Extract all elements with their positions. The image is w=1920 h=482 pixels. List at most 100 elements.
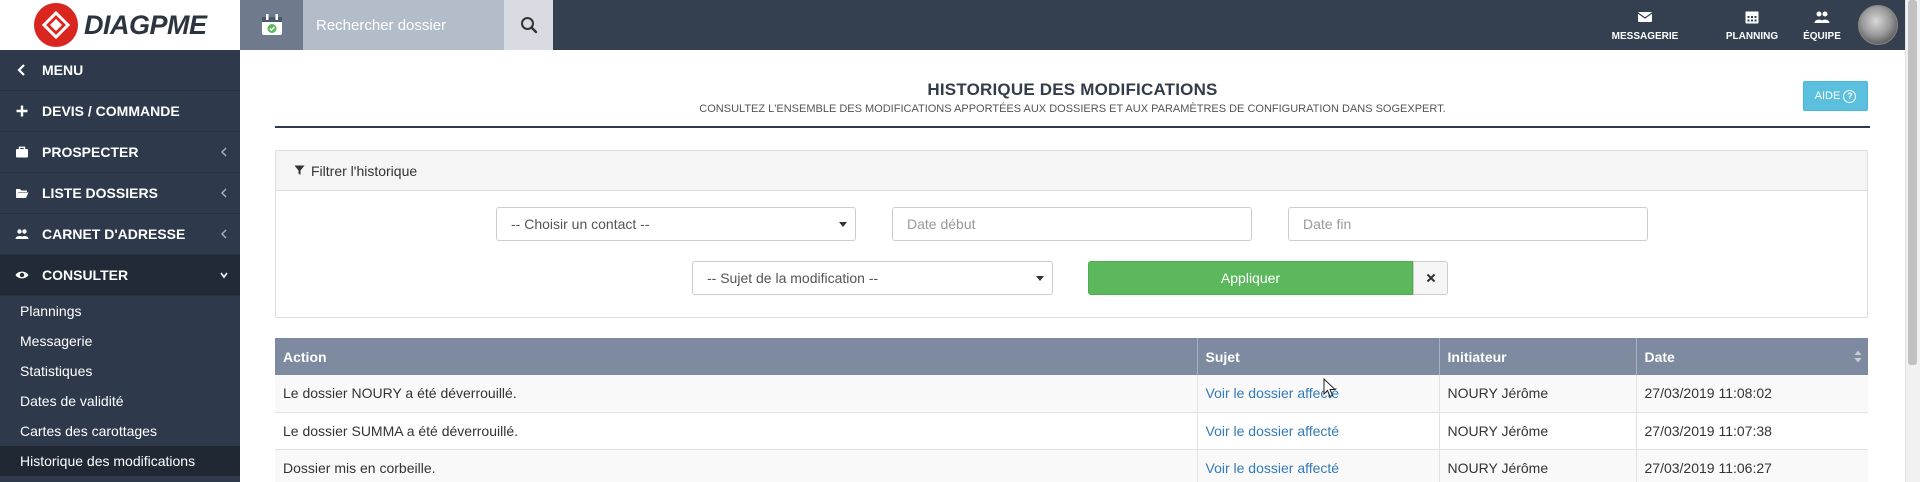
nav-messagerie[interactable]: MESSAGERIE: [1610, 0, 1680, 50]
sidebar-subitem-plannings[interactable]: Plannings: [0, 296, 240, 326]
calendar-check-icon[interactable]: [240, 0, 303, 50]
cell-initiateur: NOURY Jérôme: [1439, 375, 1637, 413]
close-icon: [1426, 273, 1435, 283]
date-end-field[interactable]: Date fin: [1288, 207, 1648, 241]
column-header-initiateur[interactable]: Initiateur: [1439, 338, 1637, 375]
sidebar: MENU DEVIS / COMMANDE PROSPECTER LISTE D…: [0, 50, 240, 482]
nav-planning-label: PLANNING: [1725, 30, 1779, 42]
sidebar-subitem-historique[interactable]: Historique des modifications: [0, 446, 240, 476]
cell-date: 27/03/2019 11:06:27: [1636, 449, 1868, 482]
sidebar-item-label: LISTE DOSSIERS: [42, 185, 158, 201]
table-row: Dossier mis en corbeille. Voir le dossie…: [275, 449, 1868, 482]
cell-action: Le dossier SUMMA a été déverrouillé.: [275, 412, 1198, 450]
date-end-placeholder: Date fin: [1303, 216, 1352, 232]
cell-action: Dossier mis en corbeille.: [275, 449, 1198, 482]
history-table: Action Sujet Initiateur Date Le dossier …: [275, 338, 1868, 482]
view-dossier-link[interactable]: Voir le dossier affecté: [1206, 385, 1340, 401]
sidebar-item-label: DEVIS / COMMANDE: [42, 103, 180, 119]
cell-action: Le dossier NOURY a été déverrouillé.: [275, 375, 1198, 413]
date-start-placeholder: Date début: [907, 216, 976, 232]
briefcase-icon: [14, 144, 30, 160]
search-icon: [520, 17, 537, 34]
sidebar-item-label: PROSPECTER: [42, 144, 139, 160]
sidebar-submenu: Plannings Messagerie Statistiques Dates …: [0, 296, 240, 476]
sidebar-subitem-messagerie[interactable]: Messagerie: [0, 326, 240, 356]
plus-icon: [14, 103, 30, 119]
folder-open-icon: [14, 185, 30, 201]
cell-initiateur: NOURY Jérôme: [1439, 412, 1637, 450]
chevron-left-icon: [221, 147, 227, 157]
column-header-action[interactable]: Action: [275, 338, 1198, 375]
help-button[interactable]: AIDE ?: [1803, 81, 1868, 111]
table-header-row: Action Sujet Initiateur Date: [275, 338, 1868, 375]
users-icon: [14, 226, 30, 242]
search-button[interactable]: [504, 0, 553, 50]
subject-select-value: -- Sujet de la modification --: [707, 270, 879, 286]
sidebar-item-devis[interactable]: DEVIS / COMMANDE: [0, 91, 240, 132]
help-button-label: AIDE: [1814, 90, 1841, 102]
mouse-pointer-icon: [1323, 378, 1337, 398]
filter-panel-heading[interactable]: Filtrer l'historique: [276, 151, 1867, 191]
table-row: Le dossier SUMMA a été déverrouillé. Voi…: [275, 412, 1868, 450]
sidebar-subitem-dates-validite[interactable]: Dates de validité: [0, 386, 240, 416]
sidebar-item-label: CARNET D'ADRESSE: [42, 226, 186, 242]
page-title: HISTORIQUE DES MODIFICATIONS: [927, 80, 1218, 99]
chevron-left-icon: [14, 62, 30, 78]
cell-initiateur: NOURY Jérôme: [1439, 449, 1637, 482]
filter-heading-label: Filtrer l'historique: [311, 162, 418, 179]
cell-sujet: Voir le dossier affecté: [1197, 412, 1440, 450]
cell-date: 27/03/2019 11:07:38: [1636, 412, 1868, 450]
apply-button[interactable]: Appliquer: [1088, 261, 1413, 295]
sidebar-subitem-statistiques[interactable]: Statistiques: [0, 356, 240, 386]
users-icon: [1814, 11, 1830, 23]
chevron-left-icon: [221, 229, 227, 239]
main-content: HISTORIQUE DES MODIFICATIONS CONSULTEZ L…: [240, 50, 1905, 482]
page-subtitle: CONSULTEZ L'ENSEMBLE DES MODIFICATIONS A…: [699, 103, 1446, 115]
view-dossier-link[interactable]: Voir le dossier affecté: [1206, 460, 1340, 476]
cell-sujet: Voir le dossier affecté: [1197, 375, 1440, 413]
search-input[interactable]: [303, 0, 504, 50]
caret-down-icon: [839, 222, 847, 227]
nav-planning[interactable]: PLANNING: [1717, 0, 1787, 50]
eye-icon: [14, 267, 30, 283]
filter-icon: [294, 165, 305, 175]
sidebar-subitem-cartes-carottages[interactable]: Cartes des carottages: [0, 416, 240, 446]
contact-select-value: -- Choisir un contact --: [511, 216, 650, 232]
brand-name: DIAGPME: [84, 9, 207, 40]
sidebar-item-label: CONSULTER: [42, 267, 129, 283]
column-header-sujet[interactable]: Sujet: [1197, 338, 1440, 375]
chevron-down-icon: [220, 272, 228, 279]
title-divider: [275, 126, 1870, 128]
page-scrollbar-thumb[interactable]: [1908, 0, 1917, 365]
envelope-icon: [1637, 11, 1653, 22]
brand-logo[interactable]: DIAGPME: [0, 0, 240, 50]
sidebar-item-liste-dossiers[interactable]: LISTE DOSSIERS: [0, 173, 240, 214]
subject-select[interactable]: -- Sujet de la modification --: [692, 261, 1053, 295]
clear-filter-button[interactable]: [1413, 261, 1448, 295]
filter-panel: Filtrer l'historique -- Choisir un conta…: [275, 150, 1868, 318]
caret-down-icon: [1036, 276, 1044, 281]
question-circle-icon: ?: [1843, 89, 1857, 103]
nav-equipe[interactable]: ÉQUIPE: [1787, 0, 1857, 50]
cell-sujet: Voir le dossier affecté: [1197, 449, 1440, 482]
sort-icon: [1854, 350, 1862, 363]
cell-date: 27/03/2019 11:08:02: [1636, 375, 1868, 413]
contact-select[interactable]: -- Choisir un contact --: [496, 207, 856, 241]
column-header-date-label: Date: [1644, 348, 1675, 365]
chevron-left-icon: [221, 188, 227, 198]
brand-mark-icon: [34, 3, 78, 47]
calendar-icon: [1745, 11, 1759, 23]
sidebar-item-label: MENU: [42, 62, 84, 78]
view-dossier-link[interactable]: Voir le dossier affecté: [1206, 423, 1340, 439]
sidebar-item-carnet-adresse[interactable]: CARNET D'ADRESSE: [0, 214, 240, 255]
nav-messagerie-label: MESSAGERIE: [1611, 30, 1679, 42]
column-header-date[interactable]: Date: [1636, 338, 1868, 375]
nav-equipe-label: ÉQUIPE: [1803, 30, 1841, 42]
user-avatar[interactable]: [1858, 5, 1898, 45]
sidebar-item-prospecter[interactable]: PROSPECTER: [0, 132, 240, 173]
table-row: Le dossier NOURY a été déverrouillé. Voi…: [275, 375, 1868, 413]
date-start-field[interactable]: Date début: [892, 207, 1252, 241]
sidebar-item-menu[interactable]: MENU: [0, 50, 240, 91]
top-bar: DIAGPME MESSAGERIE PLANNING ÉQUIPE: [0, 0, 1920, 50]
sidebar-item-consulter[interactable]: CONSULTER: [0, 255, 240, 296]
